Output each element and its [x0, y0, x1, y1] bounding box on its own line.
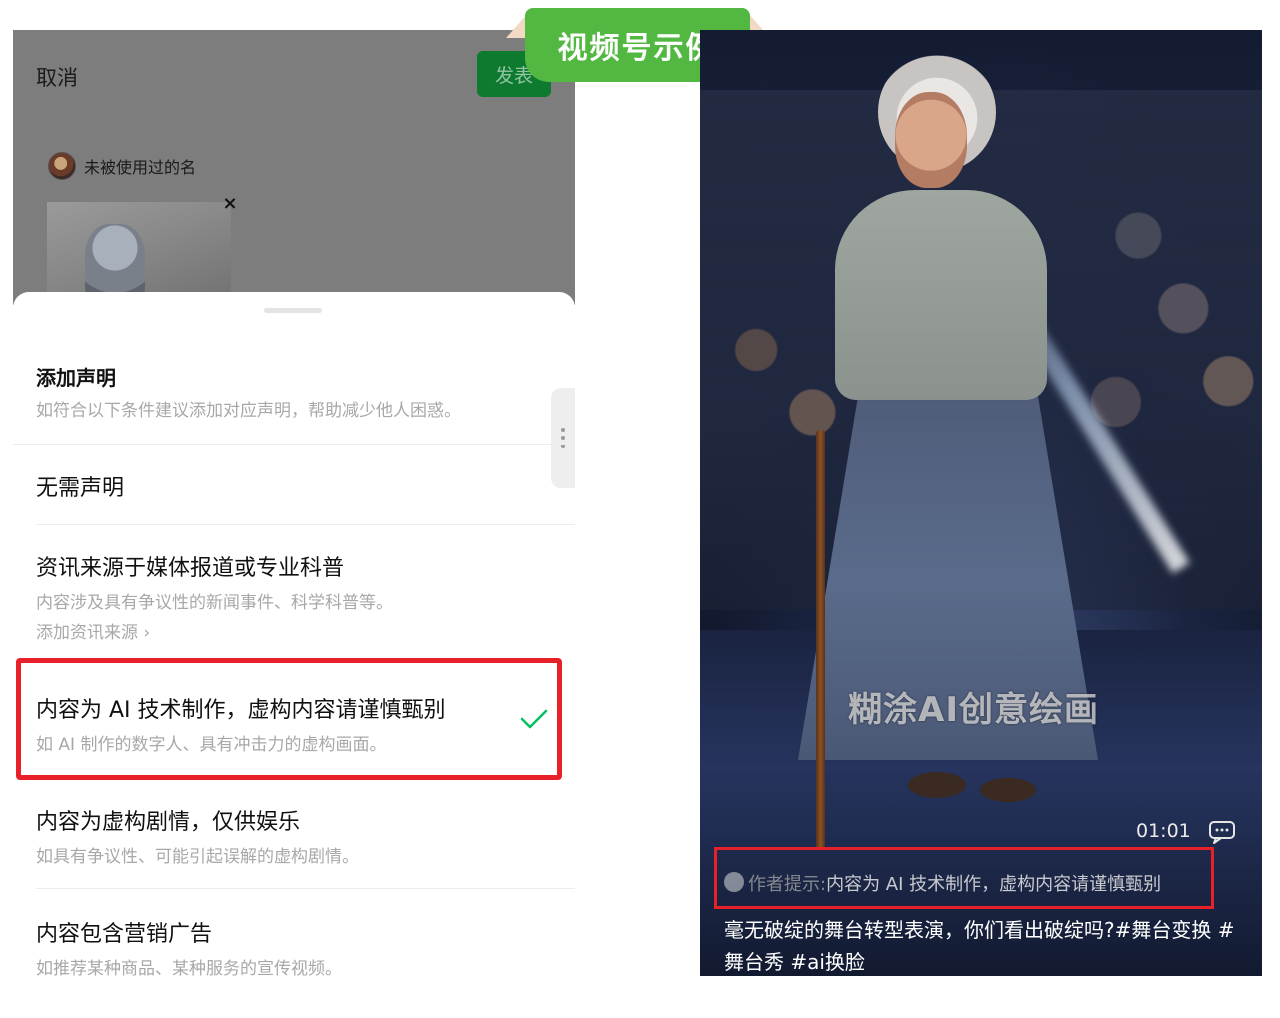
option-marketing-ad[interactable]: 内容包含营销广告	[36, 916, 212, 948]
side-more-handle[interactable]	[551, 388, 575, 488]
info-icon	[724, 872, 744, 892]
option-ai-generated[interactable]: 内容为 AI 技术制作，虚构内容请谨慎甄别	[36, 692, 446, 724]
divider	[13, 444, 575, 445]
comment-icon[interactable]	[1208, 820, 1236, 844]
option-fictional-plot[interactable]: 内容为虚构剧情，仅供娱乐	[36, 804, 300, 836]
figure-shoe	[908, 772, 966, 798]
declaration-screen: 取消 发表 未被使用过的名 × 添加声明 如符合以下条件建议添加对应声明，帮助减…	[13, 30, 575, 990]
video-watermark: 糊涂AI创意绘画	[848, 690, 1099, 730]
figure-face	[895, 92, 967, 188]
video-player[interactable]: 糊涂AI创意绘画 01:01 作者提示:内容为 AI 技术制作，虚构内容请谨慎甄…	[700, 30, 1262, 976]
video-caption: 毫无破绽的舞台转型表演，你们看出破绽吗?#舞台变换 #舞台秀 #ai换脸	[724, 918, 1235, 974]
account-name: 未被使用过的名	[84, 158, 197, 177]
declaration-sheet: 添加声明 如符合以下条件建议添加对应声明，帮助减少他人困惑。 无需声明 资讯来源…	[13, 292, 575, 990]
drag-handle[interactable]	[264, 308, 322, 313]
author-hint: 作者提示:内容为 AI 技术制作，虚构内容请谨慎甄别	[748, 870, 1161, 896]
checkmark-icon	[520, 709, 548, 729]
option-no-declaration[interactable]: 无需声明	[36, 470, 124, 502]
divider	[36, 888, 575, 889]
option-ai-generated-desc: 如 AI 制作的数字人、具有冲击力的虚构画面。	[36, 735, 387, 755]
video-timestamp: 01:01	[1136, 820, 1191, 842]
avatar	[48, 152, 76, 180]
author-hint-text: 内容为 AI 技术制作，虚构内容请谨慎甄别	[826, 874, 1162, 895]
option-fictional-plot-desc: 如具有争议性、可能引起误解的虚构剧情。	[36, 847, 359, 867]
close-icon[interactable]: ×	[219, 192, 241, 214]
sheet-subtitle: 如符合以下条件建议添加对应声明，帮助减少他人困惑。	[36, 401, 461, 421]
option-news-source-desc: 内容涉及具有争议性的新闻事件、科学科普等。	[36, 593, 393, 613]
option-news-source[interactable]: 资讯来源于媒体报道或专业科普	[36, 550, 344, 582]
sheet-title: 添加声明	[36, 366, 116, 390]
add-news-source-link[interactable]: 添加资讯来源 ›	[36, 618, 150, 643]
figure-body	[835, 190, 1047, 400]
walking-cane	[816, 430, 825, 850]
author-hint-prefix: 作者提示:	[748, 874, 827, 895]
account-row: 未被使用过的名	[48, 152, 196, 180]
divider	[36, 524, 575, 525]
figure-shoe	[980, 778, 1036, 802]
option-marketing-ad-desc: 如推荐某种商品、某种服务的宣传视频。	[36, 959, 342, 979]
cancel-button[interactable]: 取消	[36, 62, 78, 92]
